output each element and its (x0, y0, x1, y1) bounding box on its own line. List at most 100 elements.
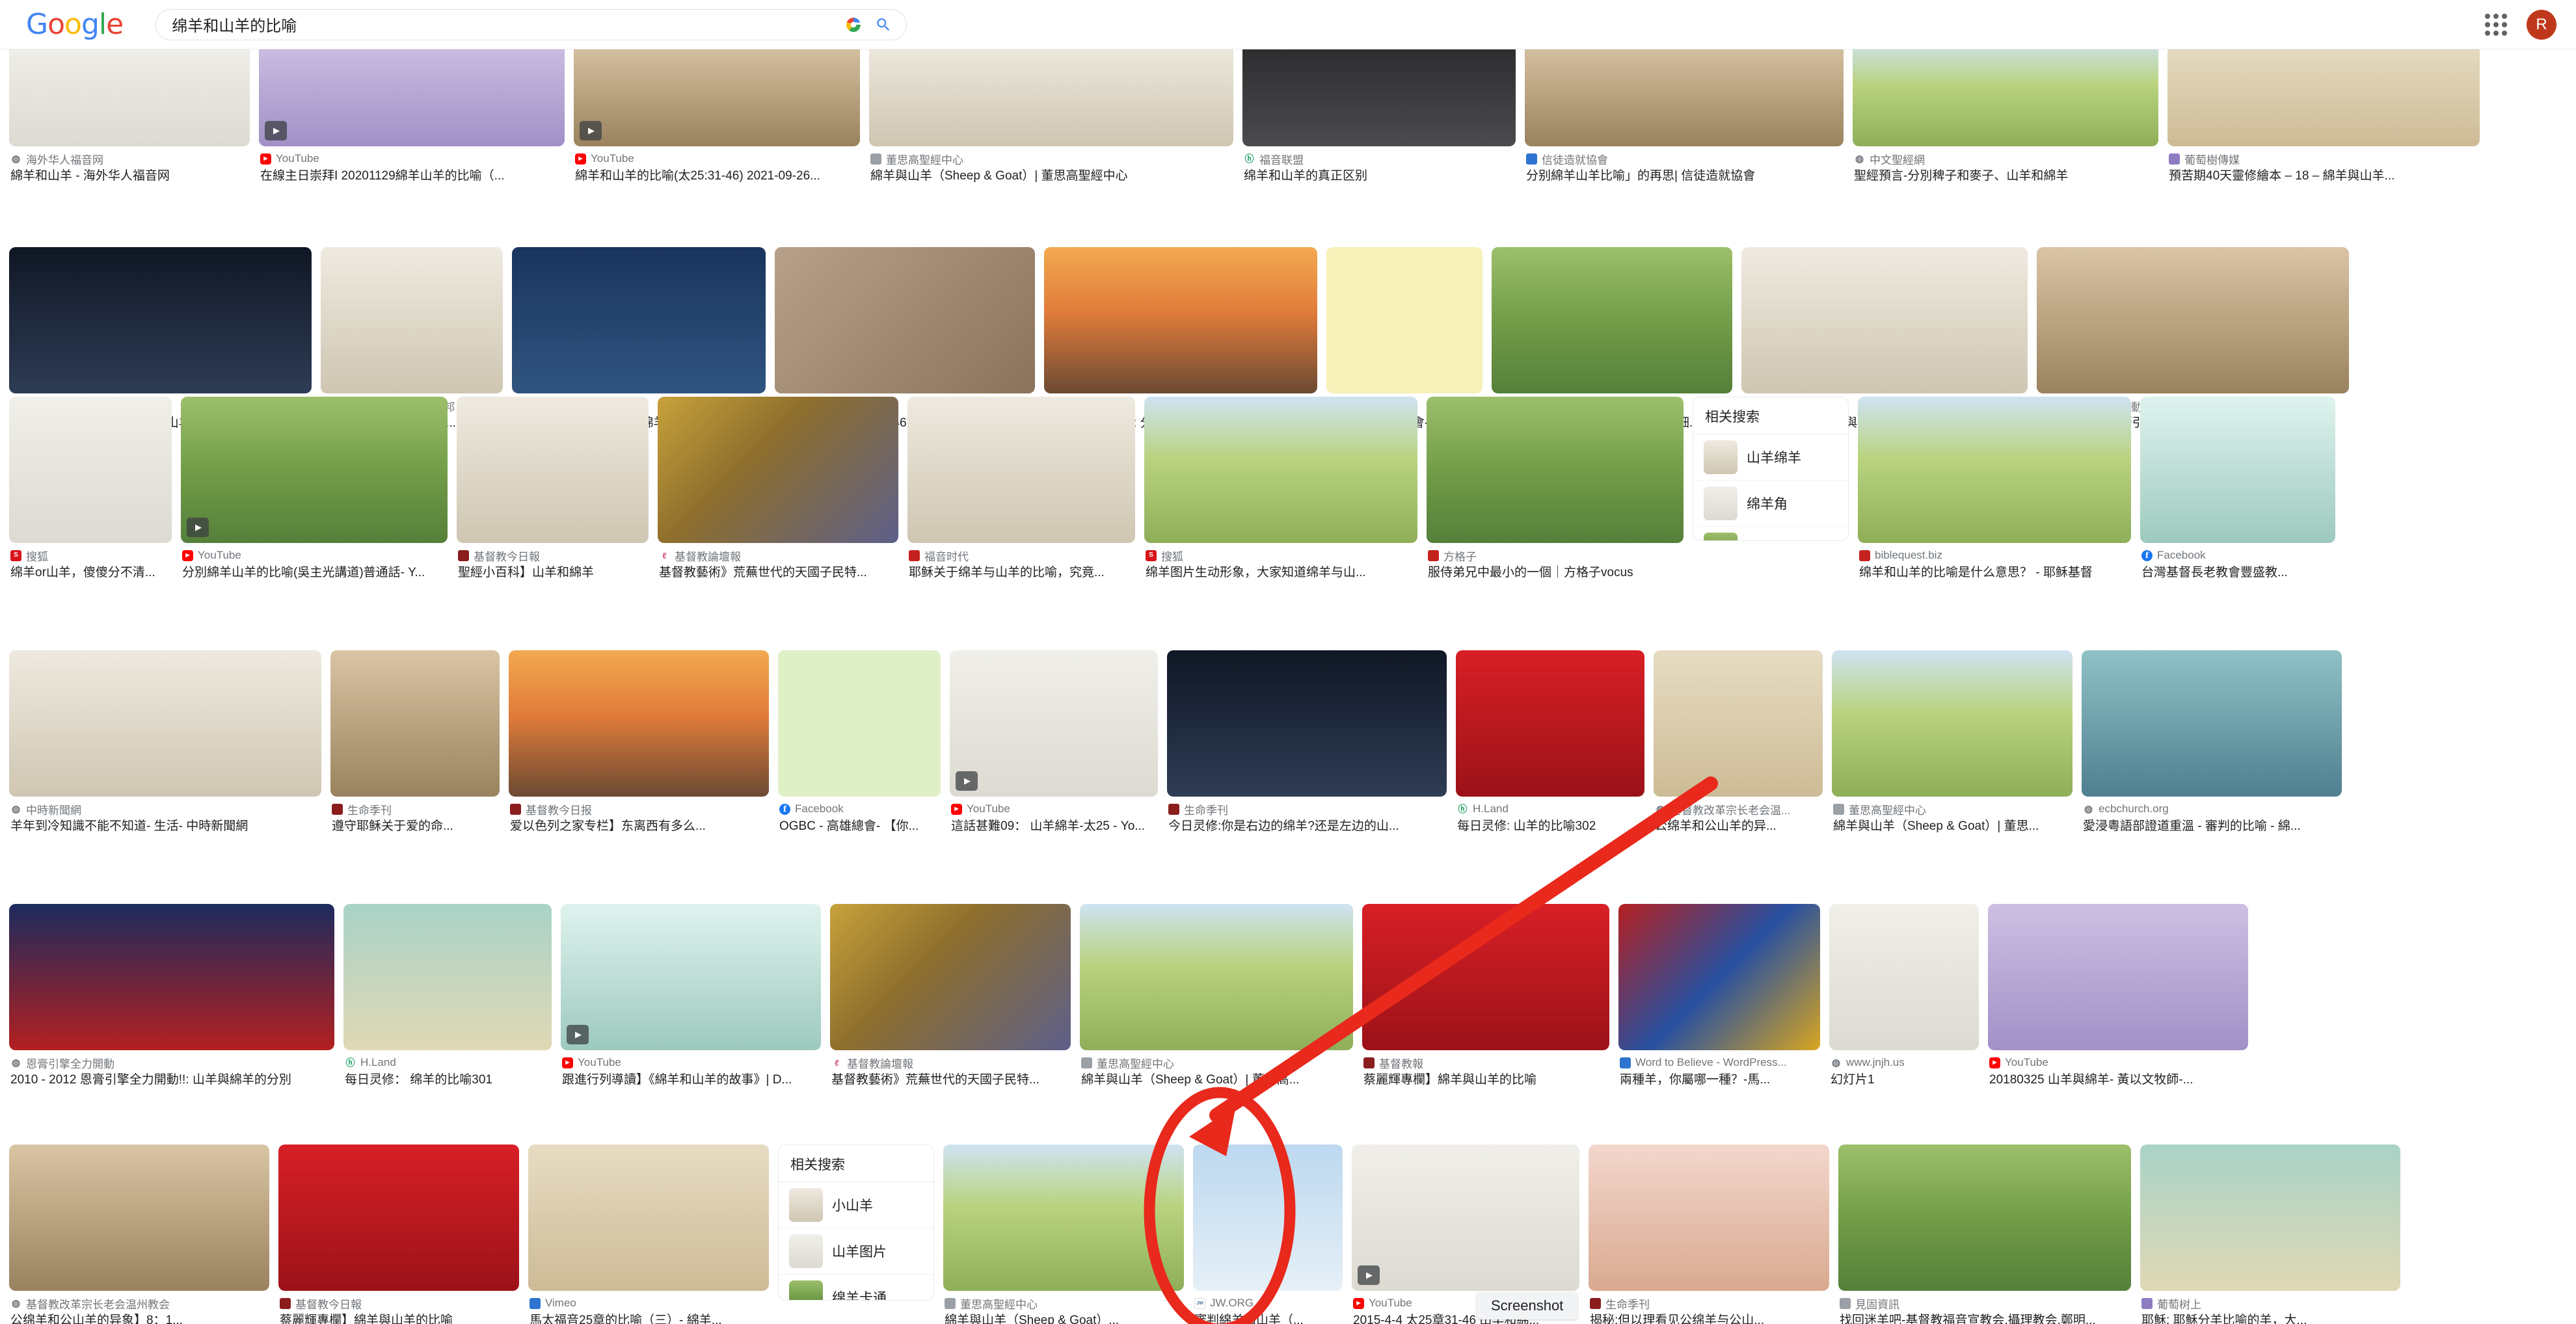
result-title[interactable]: 這話甚難09： 山羊綿羊-太25 - Yo... (951, 818, 1157, 835)
result-thumbnail[interactable] (1858, 397, 2131, 543)
result-title[interactable]: 20180325 山羊與綿羊- 黃以文牧師-... (1989, 1072, 2247, 1089)
result-thumbnail[interactable] (574, 39, 860, 146)
result-title[interactable]: 绵羊图片生动形象，大家知道绵羊与山... (1146, 564, 1416, 581)
image-result-tile[interactable]: Facebook 台灣基督長老教會豐盛教... (2140, 397, 2335, 581)
related-search-item[interactable]: 绵羊卡通 (779, 1275, 933, 1300)
result-title[interactable]: 兩種羊，你屬哪一種？-馬... (1620, 1072, 1819, 1089)
result-thumbnail[interactable] (1144, 397, 1417, 543)
image-result-tile[interactable]: biblequest.biz 绵羊和山羊的比喻是什么意思？ - 耶稣基督 (1858, 397, 2131, 581)
image-result-tile[interactable]: 基督教今日報 聖經小百科】山羊和綿羊 (457, 397, 649, 581)
result-thumbnail[interactable] (9, 247, 312, 393)
image-result-tile[interactable]: 董思高聖經中心 綿羊與山羊（Sheep & Goat）| 董思高... (1080, 904, 1353, 1089)
image-result-tile[interactable]: 生命季刊 今日灵修:你是右边的绵羊?还是左边的山... (1167, 650, 1447, 835)
result-thumbnail[interactable] (259, 39, 565, 146)
result-thumbnail[interactable] (2082, 650, 2342, 797)
related-search-item[interactable]: 绵羊角 (1693, 481, 1848, 527)
image-result-tile[interactable]: www.jnjh.us 幻灯片1 (1829, 904, 1979, 1089)
result-title[interactable]: 分别綿羊山羊比喻」的再思| 信徒造就協會 (1526, 168, 1842, 185)
image-result-tile[interactable]: 董思高聖經中心 綿羊與山羊（Sheep & Goat）| 董思... (1832, 650, 2073, 835)
video-play-icon[interactable] (956, 771, 978, 791)
result-title[interactable]: 馬太福音25章的比喻（三）- 綿羊... (530, 1312, 768, 1324)
result-thumbnail[interactable] (775, 247, 1035, 393)
related-search-item[interactable]: 黑山羊 (1693, 527, 1848, 540)
image-result-tile[interactable]: 董思高聖經中心 綿羊與山羊（Sheep & Goat）| 董思高聖經中心 (869, 39, 1233, 185)
image-result-tile[interactable]: 葡萄樹傳媒 預苦期40天靈修繪本 – 18 – 綿羊與山羊... (2167, 39, 2480, 185)
search-input[interactable] (156, 15, 839, 34)
result-title[interactable]: 耶穌: 耶穌分羊比喻的羊，大... (2141, 1312, 2399, 1324)
search-icon[interactable] (868, 10, 898, 40)
result-thumbnail[interactable] (1618, 904, 1820, 1050)
image-result-tile[interactable]: YouTube 在線主日崇拜I 20201129綿羊山羊的比喻（... (259, 39, 565, 185)
image-result-tile[interactable]: 中時新聞網羊年到冷知識不能不知道- 生活- 中時新聞網 (9, 650, 321, 835)
result-title[interactable]: 綿羊與山羊（Sheep & Goat）| 董思高... (1081, 1072, 1352, 1089)
result-thumbnail[interactable] (509, 650, 769, 797)
result-title[interactable]: 蔡麗輝專欄】綿羊與山羊的比喻 (280, 1312, 518, 1324)
result-title[interactable]: 分別綿羊山羊的比喻(吳主光講道)普通話- Y... (182, 564, 446, 581)
apps-grid-icon[interactable] (2485, 13, 2507, 36)
result-thumbnail[interactable] (1525, 39, 1844, 146)
image-result-tile[interactable]: YouTube 跟進行列導讀】《綿羊和山羊的故事》| D... (561, 904, 821, 1089)
result-title[interactable]: 綿羊與山羊（Sheep & Goat）... (945, 1312, 1183, 1324)
result-title[interactable]: 幻灯片1 (1831, 1072, 1978, 1089)
image-result-tile[interactable]: YouTube 分別綿羊山羊的比喻(吳主光講道)普通話- Y... (181, 397, 448, 581)
result-thumbnail[interactable] (1080, 904, 1353, 1050)
result-thumbnail[interactable] (1832, 650, 2073, 797)
image-result-tile[interactable]: 搜狐绵羊图片生动形象，大家知道绵羊与山... (1144, 397, 1417, 581)
result-title[interactable]: 綿羊與山羊（Sheep & Goat）| 董思... (1833, 818, 2071, 835)
result-title[interactable]: 遵守耶稣关于爱的命... (332, 818, 498, 835)
video-play-icon[interactable] (1358, 1265, 1380, 1285)
result-title[interactable]: 每日灵修: 山羊的比喻302 (1457, 818, 1643, 835)
image-result-tile[interactable]: 基督教改革宗长老会温州教会公绵羊和公山羊的异象】8：1... (9, 1145, 269, 1324)
result-thumbnail[interactable] (1167, 650, 1447, 797)
result-thumbnail[interactable] (528, 1145, 769, 1291)
result-thumbnail[interactable] (778, 650, 941, 797)
result-thumbnail[interactable] (9, 1145, 269, 1291)
result-title[interactable]: 揭秘:但以理看见公绵羊与公山... (1590, 1312, 1828, 1324)
image-result-tile[interactable]: 基督教論壇報基督教藝術》荒蕪世代的天國子民特... (658, 397, 898, 581)
result-title[interactable]: 今日灵修:你是右边的绵羊?还是左边的山... (1168, 818, 1445, 835)
related-search-item[interactable]: 小山羊 (779, 1182, 933, 1228)
result-thumbnail[interactable] (2037, 247, 2349, 393)
result-thumbnail[interactable] (1988, 904, 2248, 1050)
result-thumbnail[interactable] (1326, 247, 1483, 393)
result-thumbnail[interactable] (1492, 247, 1732, 393)
related-search-item[interactable]: 山羊绵羊 (1693, 434, 1848, 481)
result-thumbnail[interactable] (1427, 397, 1684, 543)
result-title[interactable]: 绵羊和山羊的真正区别 (1244, 168, 1514, 185)
video-play-icon[interactable] (187, 518, 209, 537)
result-thumbnail[interactable] (1242, 39, 1516, 146)
result-title[interactable]: 每日灵修： 绵羊的比喻301 (345, 1072, 550, 1089)
image-result-tile[interactable]: YouTube 20180325 山羊與綿羊- 黃以文牧師-... (1988, 904, 2248, 1089)
image-result-tile[interactable]: H.Land 每日灵修： 绵羊的比喻301 (343, 904, 552, 1089)
result-title[interactable]: 基督教藝術》荒蕪世代的天國子民特... (831, 1072, 1069, 1089)
result-title[interactable]: 耶稣关于绵羊与山羊的比喻，究竟... (909, 564, 1134, 581)
image-result-tile[interactable]: 基督教報 蔡麗輝專欄】綿羊與山羊的比喻 (1362, 904, 1609, 1089)
result-title[interactable]: 找回迷羊吧-基督教福音宣教会,攝理教会,鄭明... (1840, 1312, 2130, 1324)
result-thumbnail[interactable] (1589, 1145, 1829, 1291)
image-result-tile[interactable]: 海外华人福音网綿羊和山羊 - 海外华人福音网 (9, 39, 250, 185)
result-title[interactable]: 聖經預言-分別稗子和麥子、山羊和綿羊 (1854, 168, 2157, 185)
image-result-tile[interactable]: 信徒造就協會 分别綿羊山羊比喻」的再思| 信徒造就協會 (1525, 39, 1844, 185)
result-title[interactable]: 在線主日崇拜I 20201129綿羊山羊的比喻（... (260, 168, 563, 185)
image-result-tile[interactable]: Vimeo 馬太福音25章的比喻（三）- 綿羊... (528, 1145, 769, 1324)
result-title[interactable]: 預苦期40天靈修繪本 – 18 – 綿羊與山羊... (2169, 168, 2478, 185)
image-result-tile[interactable]: 福音联盟绵羊和山羊的真正区别 (1242, 39, 1516, 185)
result-title[interactable]: 跟進行列導讀】《綿羊和山羊的故事》| D... (562, 1072, 820, 1089)
image-result-tile[interactable]: ecbchurch.org 愛浸粵語部證道重溫 - 審判的比喻 - 綿... (2082, 650, 2342, 835)
result-title[interactable]: 審判綿羊和山羊（... (1194, 1312, 1341, 1324)
camera-lens-icon[interactable] (839, 10, 868, 40)
image-result-tile[interactable]: Facebook OGBC - 高雄總會- 【你... (778, 650, 941, 835)
result-thumbnail[interactable] (561, 904, 821, 1050)
image-result-tile[interactable]: 生命季刊 遵守耶稣关于爱的命... (330, 650, 500, 835)
image-result-tile[interactable]: 基督教今日報 蔡麗輝專欄】綿羊與山羊的比喻 (278, 1145, 519, 1324)
result-title[interactable]: 綿羊與山羊（Sheep & Goat）| 董思高聖經中心 (870, 168, 1232, 185)
result-thumbnail[interactable] (658, 397, 898, 543)
result-title[interactable]: 绵羊or山羊，傻傻分不清... (10, 564, 170, 581)
result-thumbnail[interactable] (1741, 247, 2028, 393)
result-thumbnail[interactable] (1044, 247, 1317, 393)
result-title[interactable]: 台灣基督長老教會豐盛教... (2141, 564, 2334, 581)
result-thumbnail[interactable] (1352, 1145, 1579, 1291)
image-result-tile[interactable]: Word to Believe - WordPress... 兩種羊，你屬哪一種？… (1618, 904, 1820, 1089)
image-result-tile[interactable]: 基督教改革宗长老会温...公绵羊和公山羊的异... (1654, 650, 1823, 835)
result-thumbnail[interactable] (1838, 1145, 2131, 1291)
